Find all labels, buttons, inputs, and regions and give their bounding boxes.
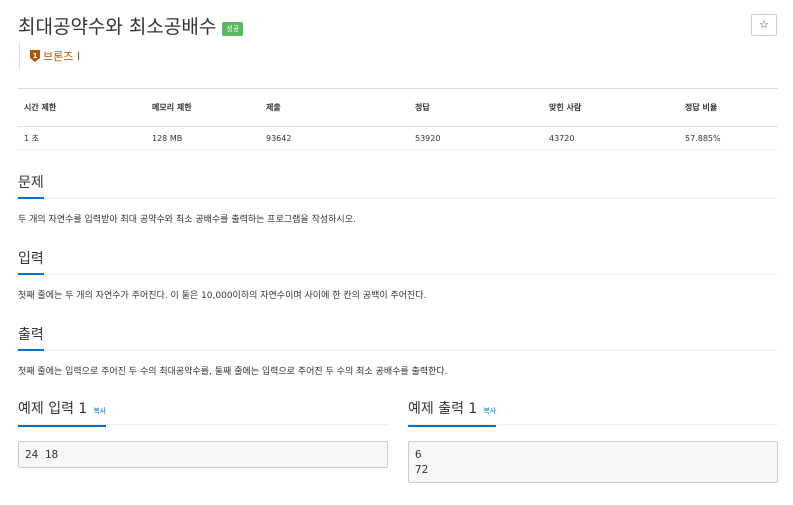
sample-output-title: 예제 출력 1 복사 (408, 399, 497, 427)
copy-output-button[interactable]: 복사 (483, 407, 496, 415)
header-submissions: 제출 (260, 88, 409, 127)
value-time-limit: 1 초 (18, 126, 146, 150)
input-title: 입력 (18, 249, 44, 275)
sample-input-block: 예제 입력 1 복사 24 18 (18, 398, 388, 468)
description-section: 문제 두 개의 자연수를 입력받아 최대 공약수와 최소 공배수를 출력하는 프… (18, 172, 778, 227)
output-head: 출력 (18, 324, 778, 351)
stats-table: 시간 제한 메모리 제한 제출 정답 맞힌 사람 정답 비율 1 초 128 M… (18, 88, 778, 150)
value-accept-ratio: 57.885% (679, 126, 778, 150)
stats-header-row: 시간 제한 메모리 제한 제출 정답 맞힌 사람 정답 비율 (18, 88, 778, 127)
sample-input-head: 예제 입력 1 복사 (18, 398, 388, 427)
value-memory-limit: 128 MB (146, 126, 260, 150)
output-text: 첫째 줄에는 입력으로 주어진 두 수의 최대공약수를, 둘째 줄에는 입력으로… (18, 367, 448, 377)
sample-output-content[interactable]: 6 72 (408, 441, 778, 483)
tier-icon-number: 1 (33, 52, 38, 60)
description-text: 두 개의 자연수를 입력받아 최대 공약수와 최소 공배수를 출력하는 프로그램… (18, 215, 356, 225)
description-head: 문제 (18, 172, 778, 199)
value-solved-users: 43720 (543, 126, 679, 150)
sample-input-content[interactable]: 24 18 (18, 441, 388, 468)
tier-link[interactable]: 브론즈 I (43, 48, 80, 64)
sample-output-head: 예제 출력 1 복사 (408, 398, 778, 427)
output-title: 출력 (18, 325, 44, 351)
value-submissions: 93642 (260, 126, 409, 150)
header-accept-ratio: 정답 비율 (679, 88, 778, 127)
sample-input-title: 예제 입력 1 복사 (18, 399, 107, 427)
sample-output-block: 예제 출력 1 복사 6 72 (408, 398, 778, 483)
header-accepted: 정답 (409, 88, 543, 127)
bronze-tier-icon: 1 (30, 50, 40, 62)
sample-input-title-text: 예제 입력 1 (18, 401, 88, 417)
header-time-limit: 시간 제한 (18, 88, 146, 127)
copy-input-button[interactable]: 복사 (93, 407, 106, 415)
status-badge: 성공 (222, 22, 244, 36)
tier-row: 1 브론즈 I (19, 43, 80, 69)
input-text: 첫째 줄에는 두 개의 자연수가 주어진다. 이 둘은 10,000이하의 자연… (18, 291, 427, 301)
value-accepted: 53920 (409, 126, 543, 150)
title-row: 최대공약수와 최소공배수 성공 (18, 14, 244, 40)
input-head: 입력 (18, 248, 778, 275)
header-memory-limit: 메모리 제한 (146, 88, 260, 127)
stats-value-row: 1 초 128 MB 93642 53920 43720 57.885% (18, 126, 778, 150)
problem-title: 최대공약수와 최소공배수 (18, 16, 217, 38)
problem-page: 최대공약수와 최소공배수 성공 ☆ 1 브론즈 I 시간 제한 메모리 제한 제… (0, 0, 793, 505)
star-button[interactable]: ☆ (751, 14, 777, 36)
output-section: 출력 첫째 줄에는 입력으로 주어진 두 수의 최대공약수를, 둘째 줄에는 입… (18, 324, 778, 379)
sample-output-title-text: 예제 출력 1 (408, 401, 478, 417)
description-title: 문제 (18, 173, 44, 199)
header-solved-users: 맞힌 사람 (543, 88, 679, 127)
input-section: 입력 첫째 줄에는 두 개의 자연수가 주어진다. 이 둘은 10,000이하의… (18, 248, 778, 303)
